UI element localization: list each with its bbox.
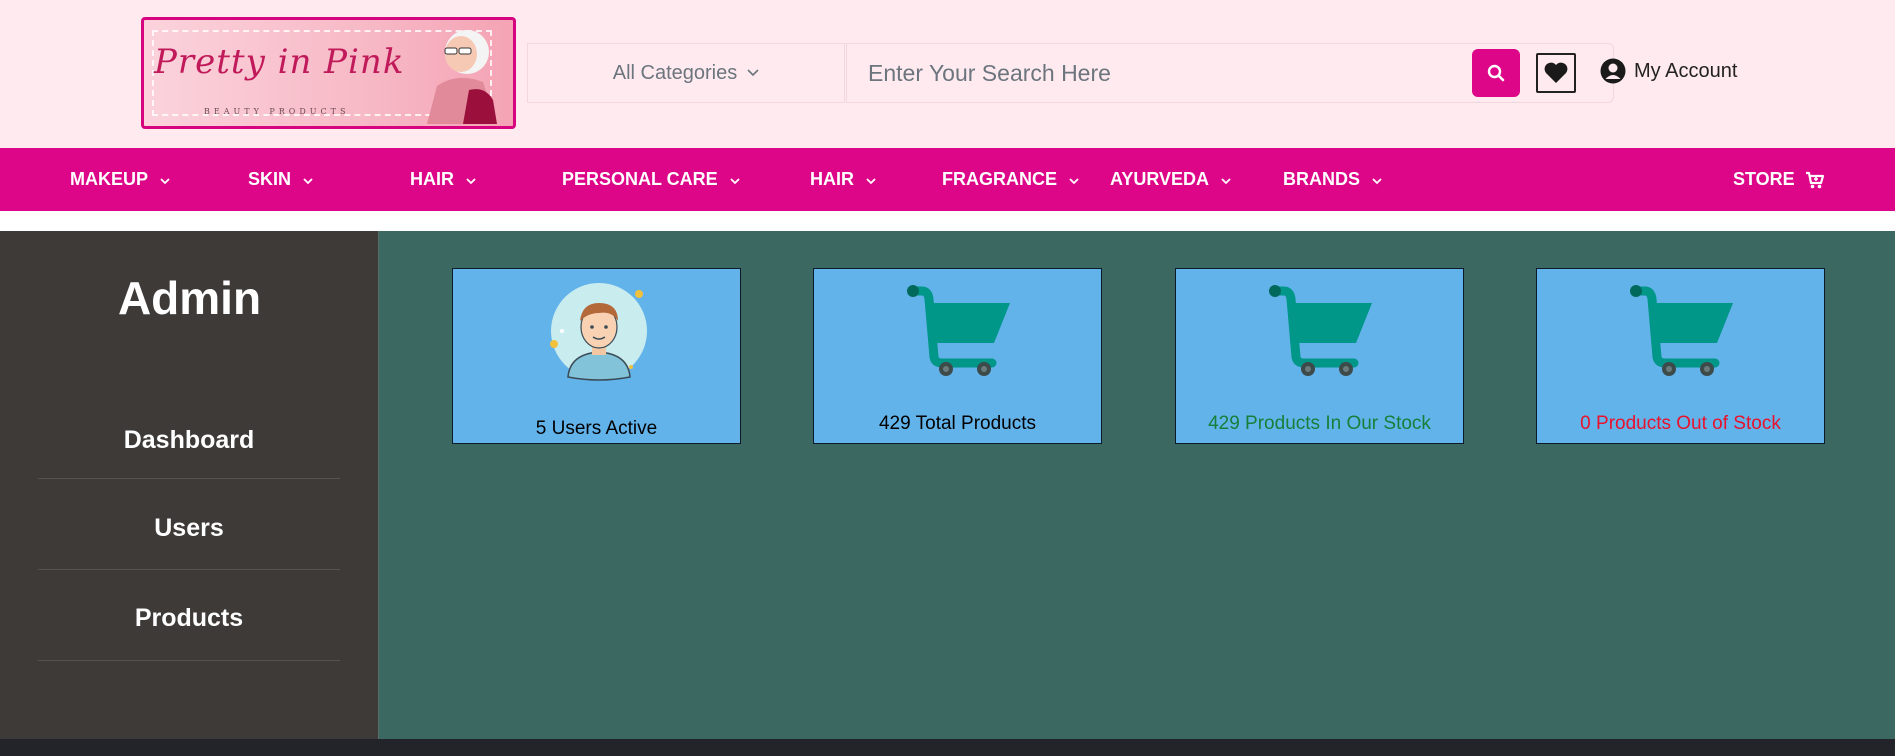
category-select-label: All Categories — [612, 61, 738, 84]
chevron-down-icon — [1221, 169, 1231, 190]
chevron-down-icon — [160, 169, 170, 190]
main-nav: MAKEUP SKIN HAIR PERSONAL CARE HAIR FRAG… — [0, 148, 1895, 211]
chevron-down-icon — [1372, 169, 1382, 190]
search-icon — [1487, 64, 1505, 82]
nav-item-brands[interactable]: BRANDS — [1283, 148, 1382, 211]
in-stock-card[interactable]: 429 Products In Our Stock — [1175, 268, 1464, 444]
shopping-cart-icon — [907, 285, 1010, 376]
nav-item-skin[interactable]: SKIN — [248, 148, 313, 211]
chevron-down-icon — [466, 169, 476, 190]
nav-item-personal-care[interactable]: PERSONAL CARE — [562, 148, 740, 211]
category-select[interactable]: All Categories — [527, 43, 845, 103]
total-products-label: 429 Total Products — [878, 413, 1037, 434]
out-of-stock-card[interactable]: 0 Products Out of Stock — [1536, 268, 1825, 444]
admin-sidebar: Admin Dashboard Users Products — [0, 231, 379, 739]
nav-item-hair-2[interactable]: HAIR — [810, 148, 876, 211]
site-header: Pretty in Pink BEAUTY PRODUCTS All Categ… — [0, 0, 1895, 148]
shopping-cart-icon — [1630, 285, 1733, 376]
nav-store-label: STORE — [1733, 169, 1795, 189]
users-active-card[interactable]: 5 Users Active — [452, 268, 741, 444]
total-products-card[interactable]: 429 Total Products — [813, 268, 1102, 444]
nav-item-label: BRANDS — [1283, 169, 1361, 189]
in-stock-label: 429 Products In Our Stock — [1208, 413, 1431, 434]
nav-item-makeup[interactable]: MAKEUP — [70, 148, 170, 211]
logo-woman-illustration — [427, 30, 497, 124]
logo-subtitle: BEAUTY PRODUCTS — [204, 107, 350, 116]
nav-item-hair[interactable]: HAIR — [410, 148, 476, 211]
nav-item-label: AYURVEDA — [1110, 169, 1210, 189]
nav-item-label: PERSONAL CARE — [562, 169, 718, 189]
nav-item-label: HAIR — [410, 169, 454, 189]
my-account-link[interactable]: My Account — [1600, 58, 1737, 84]
nav-item-label: FRAGRANCE — [942, 169, 1057, 189]
sidebar-title: Admin — [117, 272, 262, 324]
nav-item-label: SKIN — [248, 169, 292, 189]
nav-item-ayurveda[interactable]: AYURVEDA — [1110, 148, 1231, 211]
nav-item-label: HAIR — [810, 169, 854, 189]
dashboard-main: 5 Users Active 429 Total Products 429 Pr… — [379, 231, 1895, 739]
nav-item-fragrance[interactable]: FRAGRANCE — [942, 148, 1079, 211]
cart-icon — [1805, 171, 1824, 188]
nav-store-link[interactable]: STORE — [1733, 148, 1825, 211]
user-circle-icon — [1600, 58, 1626, 84]
my-account-label: My Account — [1634, 59, 1738, 82]
nav-item-label: MAKEUP — [70, 169, 149, 189]
sidebar-item-dashboard[interactable]: Dashboard — [38, 426, 340, 479]
heart-icon — [1544, 62, 1568, 83]
footer-bar — [0, 739, 1895, 756]
chevron-down-icon — [866, 169, 876, 190]
chevron-down-icon — [747, 66, 759, 80]
nav-spacer — [0, 211, 1895, 231]
chevron-down-icon — [1069, 169, 1079, 190]
sidebar-item-products[interactable]: Products — [38, 604, 340, 661]
shopping-cart-icon — [1269, 285, 1372, 376]
wishlist-button[interactable] — [1536, 53, 1576, 93]
out-of-stock-label: 0 Products Out of Stock — [1580, 413, 1781, 434]
users-active-label: 5 Users Active — [535, 418, 658, 439]
search-button[interactable] — [1472, 49, 1520, 97]
logo-script-text: Pretty in Pink — [154, 42, 405, 82]
chevron-down-icon — [303, 169, 313, 190]
brand-logo[interactable]: Pretty in Pink BEAUTY PRODUCTS — [141, 17, 516, 129]
sidebar-item-users[interactable]: Users — [38, 514, 340, 570]
user-avatar-icon — [550, 283, 647, 381]
chevron-down-icon — [730, 169, 740, 190]
search-input[interactable] — [847, 44, 1467, 102]
